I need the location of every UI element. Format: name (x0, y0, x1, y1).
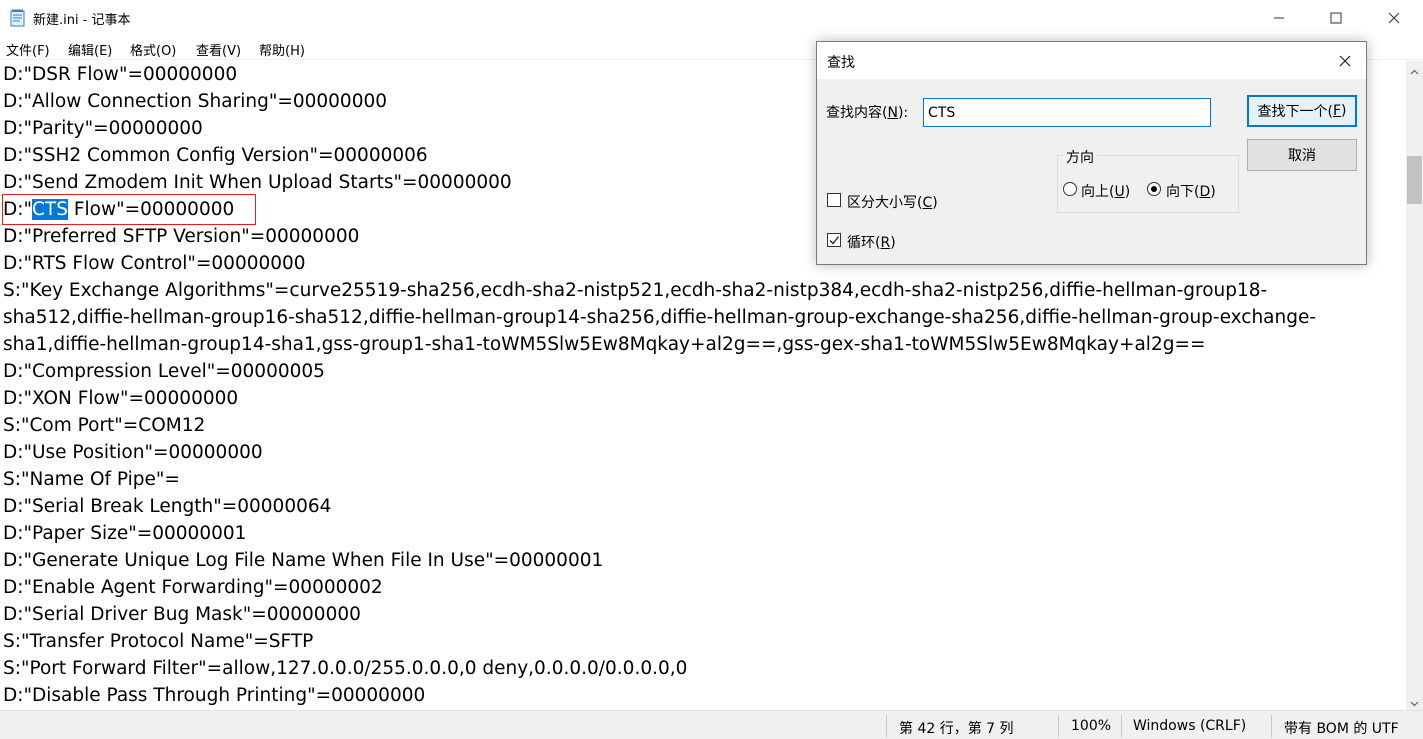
menu-edit[interactable]: 编辑(E) (68, 40, 112, 59)
find-dialog-title-bar: 查找 (817, 42, 1366, 79)
editor-line[interactable]: D:"Enable Agent Forwarding"=00000002 (3, 574, 383, 601)
status-bar: 第 42 行，第 7 列 100% Windows (CRLF) 带有 BOM … (0, 710, 1423, 739)
maximize-icon (1330, 9, 1342, 28)
editor-line[interactable]: S:"Com Port"=COM12 (3, 412, 205, 439)
line-text: Flow"=00000000 (67, 199, 235, 220)
find-dialog-close-button[interactable] (1327, 47, 1363, 75)
wrap-around-label[interactable]: 循环(R) (847, 232, 896, 252)
zoom-level: 100% (1071, 718, 1112, 734)
editor-line[interactable]: D:"Serial Driver Bug Mask"=00000000 (3, 601, 361, 628)
editor-line[interactable]: sha1,diffie-hellman-group14-sha1,gss-gro… (3, 331, 1205, 358)
find-what-input[interactable] (923, 98, 1211, 127)
close-button[interactable] (1365, 0, 1423, 36)
selected-match-text: CTS (32, 199, 68, 220)
menu-view[interactable]: 查看(V) (196, 40, 241, 59)
chevron-down-icon (1410, 692, 1419, 711)
editor-line[interactable]: D:"Use Position"=00000000 (3, 439, 263, 466)
editor-line[interactable]: D:"Compression Level"=00000005 (3, 358, 325, 385)
direction-up-radio[interactable] (1063, 182, 1077, 196)
line-text: D:" (3, 199, 32, 220)
title-bar: 新建.ini - 记事本 (0, 0, 1423, 36)
cursor-position: 第 42 行，第 7 列 (899, 721, 1014, 737)
editor-line[interactable]: S:"Transfer Protocol Name"=SFTP (3, 628, 313, 655)
menu-file[interactable]: 文件(F) (6, 40, 50, 59)
checkmark-icon (828, 234, 840, 246)
scrollbar-thumb[interactable] (1407, 156, 1422, 204)
maximize-button[interactable] (1307, 0, 1365, 36)
editor-line[interactable]: D:"Preferred SFTP Version"=00000000 (3, 223, 359, 250)
editor-line[interactable]: D:"RTS Flow Control"=00000000 (3, 250, 306, 277)
editor-line[interactable]: D:"SSH2 Common Config Version"=00000006 (3, 142, 428, 169)
close-icon (1388, 9, 1400, 28)
minimize-icon (1273, 9, 1285, 28)
direction-label: 方向 (1063, 147, 1097, 167)
radio-selected-dot (1151, 186, 1157, 192)
find-dialog-title: 查找 (827, 55, 855, 71)
editor-line[interactable]: D:"XON Flow"=00000000 (3, 385, 238, 412)
scroll-up-button[interactable] (1406, 61, 1423, 78)
find-what-label: 查找内容(N): (826, 105, 909, 121)
match-case-checkbox[interactable] (827, 193, 841, 207)
encoding: 带有 BOM 的 UTF (1284, 721, 1399, 737)
direction-down-label[interactable]: 向下(D) (1166, 181, 1216, 201)
close-icon (1339, 52, 1351, 71)
editor-line[interactable]: S:"Port Forward Filter"=allow,127.0.0.0/… (3, 655, 687, 682)
editor-line[interactable]: D:"Generate Unique Log File Name When Fi… (3, 547, 603, 574)
editor-line[interactable]: sha512,diffie-hellman-group16-sha512,dif… (3, 304, 1316, 331)
editor-line[interactable]: D:"Allow Connection Sharing"=00000000 (3, 88, 387, 115)
scroll-down-button[interactable] (1406, 693, 1423, 710)
direction-up-label[interactable]: 向上(U) (1081, 181, 1130, 201)
menu-format[interactable]: 格式(O) (130, 40, 176, 59)
editor-line[interactable]: D:"Disable Pass Through Printing"=000000… (3, 682, 425, 709)
editor-line[interactable]: D:"DSR Flow"=00000000 (3, 61, 237, 88)
chevron-up-icon (1410, 60, 1419, 79)
cancel-button[interactable]: 取消 (1247, 139, 1357, 171)
editor-line[interactable]: S:"Key Exchange Algorithms"=curve25519-s… (3, 277, 1267, 304)
editor-line[interactable]: D:"Paper Size"=00000001 (3, 520, 246, 547)
window-title: 新建.ini - 记事本 (33, 13, 131, 28)
editor-line[interactable]: D:"Parity"=00000000 (3, 115, 203, 142)
editor-line[interactable]: D:"Serial Break Length"=00000064 (3, 493, 331, 520)
direction-down-radio[interactable] (1147, 182, 1161, 196)
editor-line[interactable]: S:"Name Of Pipe"= (3, 466, 180, 493)
editor-line[interactable]: D:"Send Zmodem Init When Upload Starts"=… (3, 169, 512, 196)
menu-help[interactable]: 帮助(H) (259, 40, 305, 59)
status-divider (1058, 715, 1059, 737)
vertical-scrollbar[interactable] (1406, 61, 1423, 710)
find-dialog: 查找 查找内容(N): 查找下一个(F) 取消 方向 向上(U) 向下(D) 区… (816, 41, 1367, 265)
find-next-button[interactable]: 查找下一个(F) (1247, 95, 1357, 127)
match-case-label[interactable]: 区分大小写(C) (847, 192, 938, 212)
status-divider (1271, 715, 1272, 737)
status-divider (1121, 715, 1122, 737)
wrap-around-checkbox[interactable] (827, 233, 841, 247)
notepad-icon (9, 9, 27, 27)
editor-line[interactable]: D:"CTS Flow"=00000000 (3, 196, 234, 223)
minimize-button[interactable] (1250, 0, 1308, 36)
line-ending: Windows (CRLF) (1133, 718, 1247, 734)
status-divider (886, 715, 887, 737)
